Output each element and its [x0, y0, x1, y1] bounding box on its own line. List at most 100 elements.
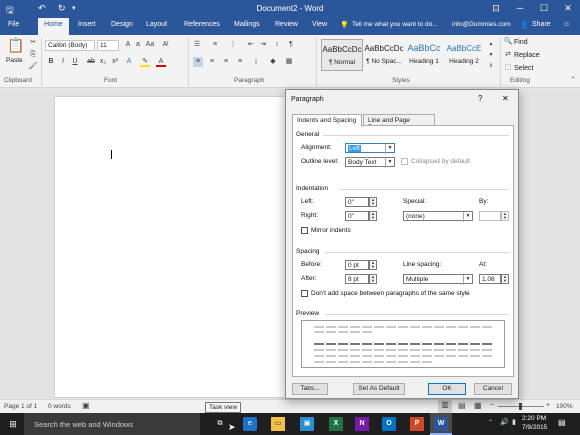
text-effects-icon[interactable]: A: [124, 57, 134, 67]
superscript-icon[interactable]: x²: [110, 57, 120, 67]
clock-time[interactable]: 2:20 PM: [522, 415, 546, 422]
zoom-out-icon[interactable]: −: [490, 402, 494, 409]
network-icon[interactable]: ▮: [512, 418, 516, 426]
tab-file[interactable]: File: [8, 21, 19, 28]
ribbon-display-options-icon[interactable]: ⊡: [484, 0, 508, 18]
outlook-icon[interactable]: O: [382, 417, 396, 431]
minimize-button[interactable]: ─: [508, 0, 532, 18]
feedback-smiley-icon[interactable]: ☺: [563, 21, 570, 28]
bullets-icon[interactable]: ☰: [192, 40, 202, 50]
tab-layout[interactable]: Layout: [146, 21, 167, 28]
font-size-combo[interactable]: 11: [97, 40, 119, 51]
alignment-select[interactable]: Left ▼: [345, 143, 395, 154]
excel-icon[interactable]: X: [329, 417, 343, 431]
strikethrough-icon[interactable]: ab: [86, 57, 96, 67]
borders-icon[interactable]: ▦: [284, 57, 294, 67]
left-indent-field[interactable]: 0": [345, 197, 369, 207]
tab-references[interactable]: References: [184, 21, 220, 28]
format-painter-icon[interactable]: 🖌: [28, 62, 38, 72]
read-mode-icon[interactable]: ▥: [438, 400, 452, 413]
paste-icon[interactable]: 📋: [6, 37, 26, 59]
font-name-combo[interactable]: Calibri (Body): [45, 40, 95, 51]
special-select[interactable]: (none) ▼: [403, 211, 473, 222]
before-field[interactable]: 0 pt: [345, 260, 369, 270]
style-heading-2[interactable]: AaBbCcE Heading 2: [443, 39, 485, 71]
styles-up-icon[interactable]: ▲: [486, 39, 496, 49]
style-normal[interactable]: AaBbCcDc ¶ Normal: [321, 39, 363, 71]
after-spinner[interactable]: ▲ ▼: [369, 274, 377, 284]
center-icon[interactable]: ≡: [207, 57, 217, 67]
line-spacing-select[interactable]: Multiple ▼: [403, 274, 473, 285]
close-button[interactable]: ✕: [556, 0, 580, 18]
decrease-indent-icon[interactable]: ⇤: [246, 40, 256, 50]
font-color-icon[interactable]: A: [156, 57, 166, 67]
store-icon[interactable]: ▣: [300, 417, 314, 431]
line-spacing-icon[interactable]: ↨: [251, 57, 261, 67]
subscript-icon[interactable]: x₂: [98, 57, 108, 67]
style-no-spacing[interactable]: AaBbCcDc ¶ No Spac...: [363, 39, 405, 71]
share-button[interactable]: Share: [532, 21, 551, 28]
at-spinner[interactable]: ▲ ▼: [501, 274, 509, 284]
account-name[interactable]: info@Dummies.com: [452, 21, 511, 28]
file-explorer-icon[interactable]: ▭: [271, 417, 285, 431]
left-indent-spinner[interactable]: ▲ ▼: [369, 197, 377, 207]
clear-formatting-icon[interactable]: A̸: [160, 40, 170, 50]
word-count[interactable]: 0 words: [48, 403, 71, 410]
style-heading-1[interactable]: AaBbCc Heading 1: [403, 39, 445, 71]
dialog-close-button[interactable]: ✕: [502, 94, 509, 103]
volume-icon[interactable]: 🔊: [500, 418, 509, 426]
grow-font-icon[interactable]: A: [123, 40, 133, 50]
tab-insert[interactable]: Insert: [78, 21, 96, 28]
tab-review[interactable]: Review: [275, 21, 298, 28]
tell-me-box[interactable]: Tell me what you want to do...: [352, 21, 438, 28]
italic-icon[interactable]: I: [58, 57, 68, 67]
before-spinner[interactable]: ▲ ▼: [369, 260, 377, 270]
at-field[interactable]: 1.08: [479, 274, 501, 284]
zoom-slider-thumb[interactable]: [519, 403, 522, 410]
paste-button[interactable]: Paste: [6, 57, 23, 64]
underline-icon[interactable]: U: [70, 57, 80, 67]
print-layout-icon[interactable]: ▤: [458, 401, 466, 410]
clock-date[interactable]: 7/9/2015: [522, 424, 547, 431]
help-button[interactable]: ?: [478, 94, 482, 103]
ok-button[interactable]: OK: [428, 383, 466, 395]
highlight-icon[interactable]: ✎: [140, 57, 150, 67]
set-as-default-button[interactable]: Set As Default: [353, 383, 405, 395]
mirror-indents-checkbox[interactable]: [301, 227, 308, 234]
align-left-icon[interactable]: ≡: [193, 57, 203, 67]
shrink-font-icon[interactable]: a: [133, 40, 143, 50]
styles-more-icon[interactable]: ⊻: [486, 61, 496, 71]
align-right-icon[interactable]: ≡: [221, 57, 231, 67]
tab-mailings[interactable]: Mailings: [234, 21, 260, 28]
multilevel-list-icon[interactable]: ⋮: [228, 40, 238, 50]
page-count[interactable]: Page 1 of 1: [4, 403, 37, 410]
tab-design[interactable]: Design: [111, 21, 133, 28]
replace-button[interactable]: Replace: [514, 52, 540, 59]
edge-icon[interactable]: e: [243, 417, 257, 431]
increase-indent-icon[interactable]: ⇥: [258, 40, 268, 50]
tab-home[interactable]: Home: [38, 18, 69, 35]
cut-icon[interactable]: ✂: [28, 38, 38, 48]
dont-add-space-checkbox[interactable]: [301, 290, 308, 297]
start-icon[interactable]: ⊞: [6, 417, 20, 431]
tray-up-icon[interactable]: ⌃: [488, 419, 493, 426]
proofing-icon[interactable]: ▣: [82, 401, 90, 410]
by-spinner[interactable]: ▲ ▼: [501, 211, 509, 221]
powerpoint-icon[interactable]: P: [410, 417, 424, 431]
collapse-ribbon-icon[interactable]: ⌃: [568, 75, 578, 85]
copy-icon[interactable]: ⎘: [28, 50, 38, 60]
onenote-icon[interactable]: N: [355, 417, 369, 431]
outline-level-select[interactable]: Body Text ▼: [345, 157, 395, 168]
shading-icon[interactable]: ◆: [268, 57, 278, 67]
tab-view[interactable]: View: [312, 21, 327, 28]
after-field[interactable]: 8 pt: [345, 274, 369, 284]
show-formatting-icon[interactable]: ¶: [286, 40, 296, 50]
sort-icon[interactable]: ↕: [272, 40, 282, 50]
tab-indents-and-spacing[interactable]: Indents and Spacing: [292, 114, 362, 127]
tabs-button[interactable]: Tabs...: [292, 383, 328, 395]
numbering-icon[interactable]: ≡: [210, 40, 220, 50]
justify-icon[interactable]: ≡: [235, 57, 245, 67]
cancel-button[interactable]: Cancel: [474, 383, 512, 395]
select-button[interactable]: Select: [514, 65, 533, 72]
action-center-icon[interactable]: ▤: [558, 418, 566, 427]
